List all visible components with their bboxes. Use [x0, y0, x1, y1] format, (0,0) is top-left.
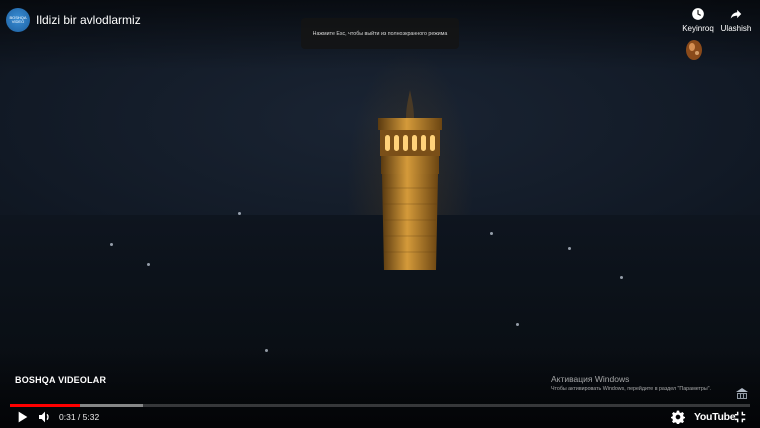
- illuminated-minaret: [378, 90, 442, 270]
- share-arrow-icon: [730, 9, 742, 19]
- windows-activation-title: Активация Windows: [551, 374, 630, 384]
- channel-avatar[interactable]: BOSHQA VIDEO: [6, 8, 30, 32]
- watch-later-button[interactable]: Keyinroq: [678, 7, 718, 33]
- time-display: 0:31 / 5:32: [59, 412, 99, 422]
- exit-fullscreen-button[interactable]: [733, 409, 747, 425]
- play-icon: [18, 411, 28, 423]
- settings-button[interactable]: [671, 409, 685, 425]
- play-button[interactable]: [14, 409, 30, 425]
- gear-icon: [671, 410, 685, 424]
- time-separator: /: [75, 412, 83, 422]
- duration: 5:32: [82, 412, 100, 422]
- city-light: [238, 212, 241, 215]
- channel-avatar-text: BOSHQA VIDEO: [9, 15, 27, 24]
- city-light: [147, 263, 150, 266]
- toast-text: Нажмите Esc, чтобы выйти из полноэкранно…: [312, 30, 448, 37]
- fullscreen-exit-toast: Нажмите Esc, чтобы выйти из полноэкранно…: [301, 18, 459, 49]
- decorative-ornament-image: [686, 40, 702, 60]
- share-button[interactable]: Ulashish: [716, 7, 756, 33]
- windows-activation-subtitle: Чтобы активировать Windows, перейдите в …: [551, 386, 712, 392]
- watch-later-label: Keyinroq: [682, 24, 714, 33]
- city-light: [568, 247, 571, 250]
- progress-played: [10, 404, 80, 407]
- current-time: 0:31: [59, 412, 76, 422]
- more-videos-button[interactable]: BOSHQA VIDEOLAR: [15, 375, 106, 385]
- volume-icon: [39, 411, 49, 423]
- video-title[interactable]: Ildizi bir avlodlarmiz: [36, 13, 141, 27]
- volume-button[interactable]: [37, 409, 53, 425]
- share-label: Ulashish: [720, 24, 752, 33]
- city-light: [490, 232, 493, 235]
- clock-icon: [692, 8, 704, 20]
- exit-fullscreen-icon: [734, 411, 746, 423]
- city-light: [516, 323, 519, 326]
- city-light: [620, 276, 623, 279]
- windows-activation-watermark: Активация Windows Чтобы активировать Win…: [551, 374, 711, 392]
- youtube-logo[interactable]: YouTube: [694, 411, 736, 423]
- channel-watermark-icon[interactable]: [734, 387, 750, 401]
- city-light: [110, 243, 113, 246]
- progress-bar[interactable]: [10, 404, 750, 407]
